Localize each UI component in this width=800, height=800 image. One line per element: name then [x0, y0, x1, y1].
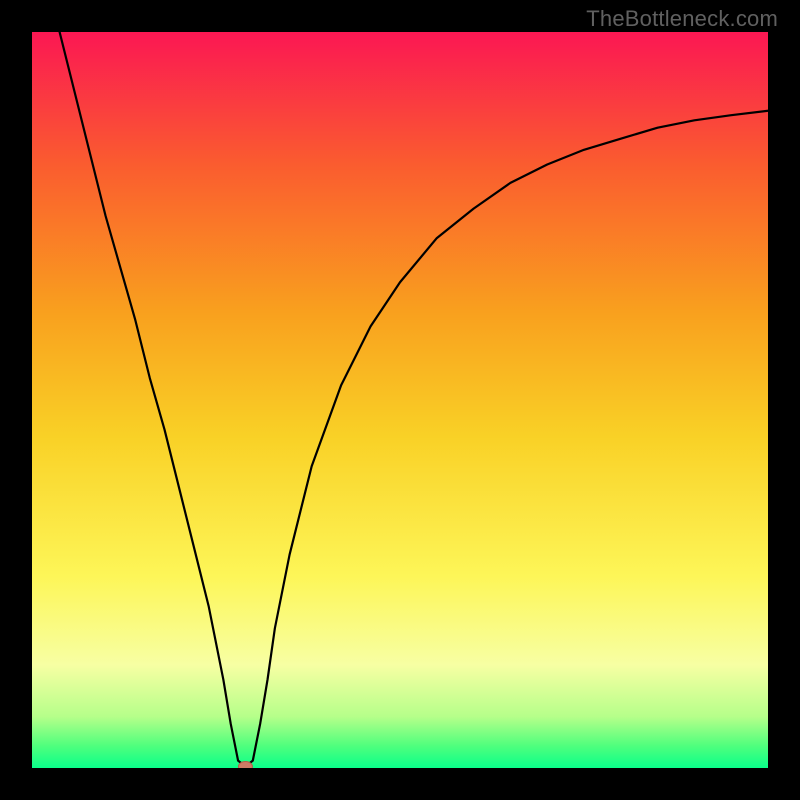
chart-svg: [32, 32, 768, 768]
watermark-text: TheBottleneck.com: [586, 6, 778, 32]
gradient-background: [32, 32, 768, 768]
plot-area: [32, 32, 768, 768]
optimal-point-marker: [238, 762, 252, 768]
chart-container: TheBottleneck.com: [0, 0, 800, 800]
